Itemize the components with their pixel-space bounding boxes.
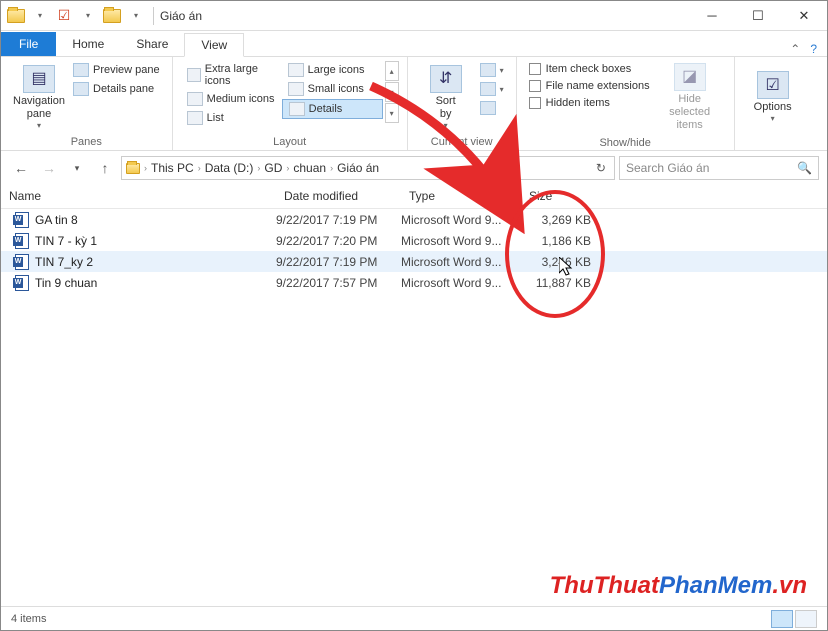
breadcrumb-item[interactable]: GD› (264, 161, 289, 175)
sort-by-button[interactable]: ⇵ Sort by ▾ (416, 61, 476, 134)
breadcrumb-item[interactable]: chuan› (293, 161, 333, 175)
options-icon: ☑ (757, 71, 789, 99)
qat-dropdown-2[interactable]: ▾ (77, 5, 99, 27)
back-button[interactable]: ← (9, 156, 33, 180)
file-name-extensions[interactable]: File name extensions (525, 78, 654, 94)
file-row[interactable]: TIN 7 - kỳ 1 9/22/2017 7:20 PM Microsoft… (1, 230, 827, 251)
properties-icon[interactable]: ☑ (53, 5, 75, 27)
breadcrumb[interactable]: › This PC› Data (D:)› GD› chuan› Giáo án… (121, 156, 615, 180)
navigation-pane-icon: ▤ (23, 65, 55, 93)
column-size[interactable]: Size (521, 185, 601, 208)
layout-scroll-up[interactable]: ▴ (385, 61, 399, 81)
up-button[interactable]: ↑ (93, 156, 117, 180)
preview-pane-button[interactable]: Preview pane (69, 61, 164, 79)
navigation-pane-button[interactable]: ▤ Navigation pane ▾ (9, 61, 69, 134)
sort-icon: ⇵ (430, 65, 462, 93)
preview-pane-icon (73, 63, 89, 77)
refresh-button[interactable]: ↻ (592, 161, 610, 175)
options-group: ☑ Options ▾ (735, 57, 811, 150)
word-icon (15, 212, 29, 228)
add-columns-button[interactable]: ▾ (476, 80, 508, 98)
new-folder-icon[interactable] (101, 5, 123, 27)
details-view-toggle[interactable] (771, 610, 793, 628)
recent-locations[interactable]: ▾ (65, 156, 89, 180)
hide-selected-button[interactable]: ◪ Hide selected items (654, 61, 726, 135)
layout-group: Extra large icons Medium icons List Larg… (173, 57, 408, 150)
item-count: 4 items (11, 613, 46, 625)
file-list: GA tin 8 9/22/2017 7:19 PM Microsoft Wor… (1, 209, 827, 293)
word-icon (15, 275, 29, 291)
home-tab[interactable]: Home (56, 32, 120, 56)
panes-group: ▤ Navigation pane ▾ Preview pane Details… (1, 57, 173, 150)
qat-overflow[interactable]: ▾ (125, 5, 147, 27)
current-view-group: ⇵ Sort by ▾ ▾ ▾ Current view (408, 57, 517, 150)
quick-access-toolbar: ▾ ☑ ▾ ▾ (1, 5, 147, 27)
item-check-boxes[interactable]: Item check boxes (525, 61, 654, 77)
small-icons-button[interactable]: Small icons (282, 80, 383, 98)
file-row[interactable]: Tin 9 chuan 9/22/2017 7:57 PM Microsoft … (1, 272, 827, 293)
large-icons-view-toggle[interactable] (795, 610, 817, 628)
minimize-button[interactable]: ─ (689, 1, 735, 31)
file-row[interactable]: GA tin 8 9/22/2017 7:19 PM Microsoft Wor… (1, 209, 827, 230)
help-icon[interactable]: ? (810, 42, 817, 56)
layout-scroll-down[interactable]: ▾ (385, 82, 399, 102)
hidden-items[interactable]: Hidden items (525, 95, 654, 111)
location-icon (126, 163, 140, 174)
ribbon: ▤ Navigation pane ▾ Preview pane Details… (1, 57, 827, 151)
options-button[interactable]: ☑ Options ▾ (743, 61, 803, 134)
large-icons-button[interactable]: Large icons (282, 61, 383, 79)
word-icon (15, 233, 29, 249)
hide-icon: ◪ (674, 63, 706, 91)
view-tab[interactable]: View (184, 33, 244, 57)
title-bar: ▾ ☑ ▾ ▾ Giáo án ─ ☐ ✕ (1, 1, 827, 31)
search-icon: 🔍 (797, 161, 812, 175)
column-type[interactable]: Type (401, 185, 521, 208)
list-button[interactable]: List (181, 109, 282, 127)
file-row[interactable]: TIN 7_ky 2 9/22/2017 7:19 PM Microsoft W… (1, 251, 827, 272)
breadcrumb-item[interactable]: This PC› (151, 161, 201, 175)
word-icon (15, 254, 29, 270)
column-name[interactable]: Name (1, 185, 276, 208)
details-pane-button[interactable]: Details pane (69, 80, 164, 98)
minimize-ribbon-icon[interactable]: ⌃ (790, 42, 800, 56)
details-pane-icon (73, 82, 89, 96)
search-input[interactable]: Search Giáo án 🔍 (619, 156, 819, 180)
column-headers: Name Date modified Type Size (1, 185, 827, 209)
qat-dropdown[interactable]: ▾ (29, 5, 51, 27)
breadcrumb-item[interactable]: Data (D:)› (205, 161, 261, 175)
share-tab[interactable]: Share (120, 32, 184, 56)
status-bar: 4 items (1, 606, 827, 630)
close-button[interactable]: ✕ (781, 1, 827, 31)
address-bar: ← → ▾ ↑ › This PC› Data (D:)› GD› chuan›… (1, 151, 827, 185)
breadcrumb-dropdown[interactable]: v (479, 163, 492, 173)
folder-icon[interactable] (5, 5, 27, 27)
group-by-button[interactable]: ▾ (476, 61, 508, 79)
file-tab[interactable]: File (1, 32, 56, 56)
layout-expand[interactable]: ▾ (385, 103, 399, 123)
ribbon-tabs: File Home Share View ⌃ ? (1, 31, 827, 57)
size-columns-button[interactable] (476, 99, 508, 117)
medium-icons-button[interactable]: Medium icons (181, 90, 282, 108)
forward-button[interactable]: → (37, 156, 61, 180)
watermark: ThuThuatPhanMem.vn (550, 572, 807, 600)
column-date[interactable]: Date modified (276, 185, 401, 208)
extra-large-icons-button[interactable]: Extra large icons (181, 61, 282, 89)
show-hide-group: Item check boxes File name extensions Hi… (517, 57, 735, 150)
details-button[interactable]: Details (282, 99, 383, 119)
maximize-button[interactable]: ☐ (735, 1, 781, 31)
window-title: Giáo án (160, 9, 202, 23)
breadcrumb-item[interactable]: Giáo án (337, 161, 379, 175)
